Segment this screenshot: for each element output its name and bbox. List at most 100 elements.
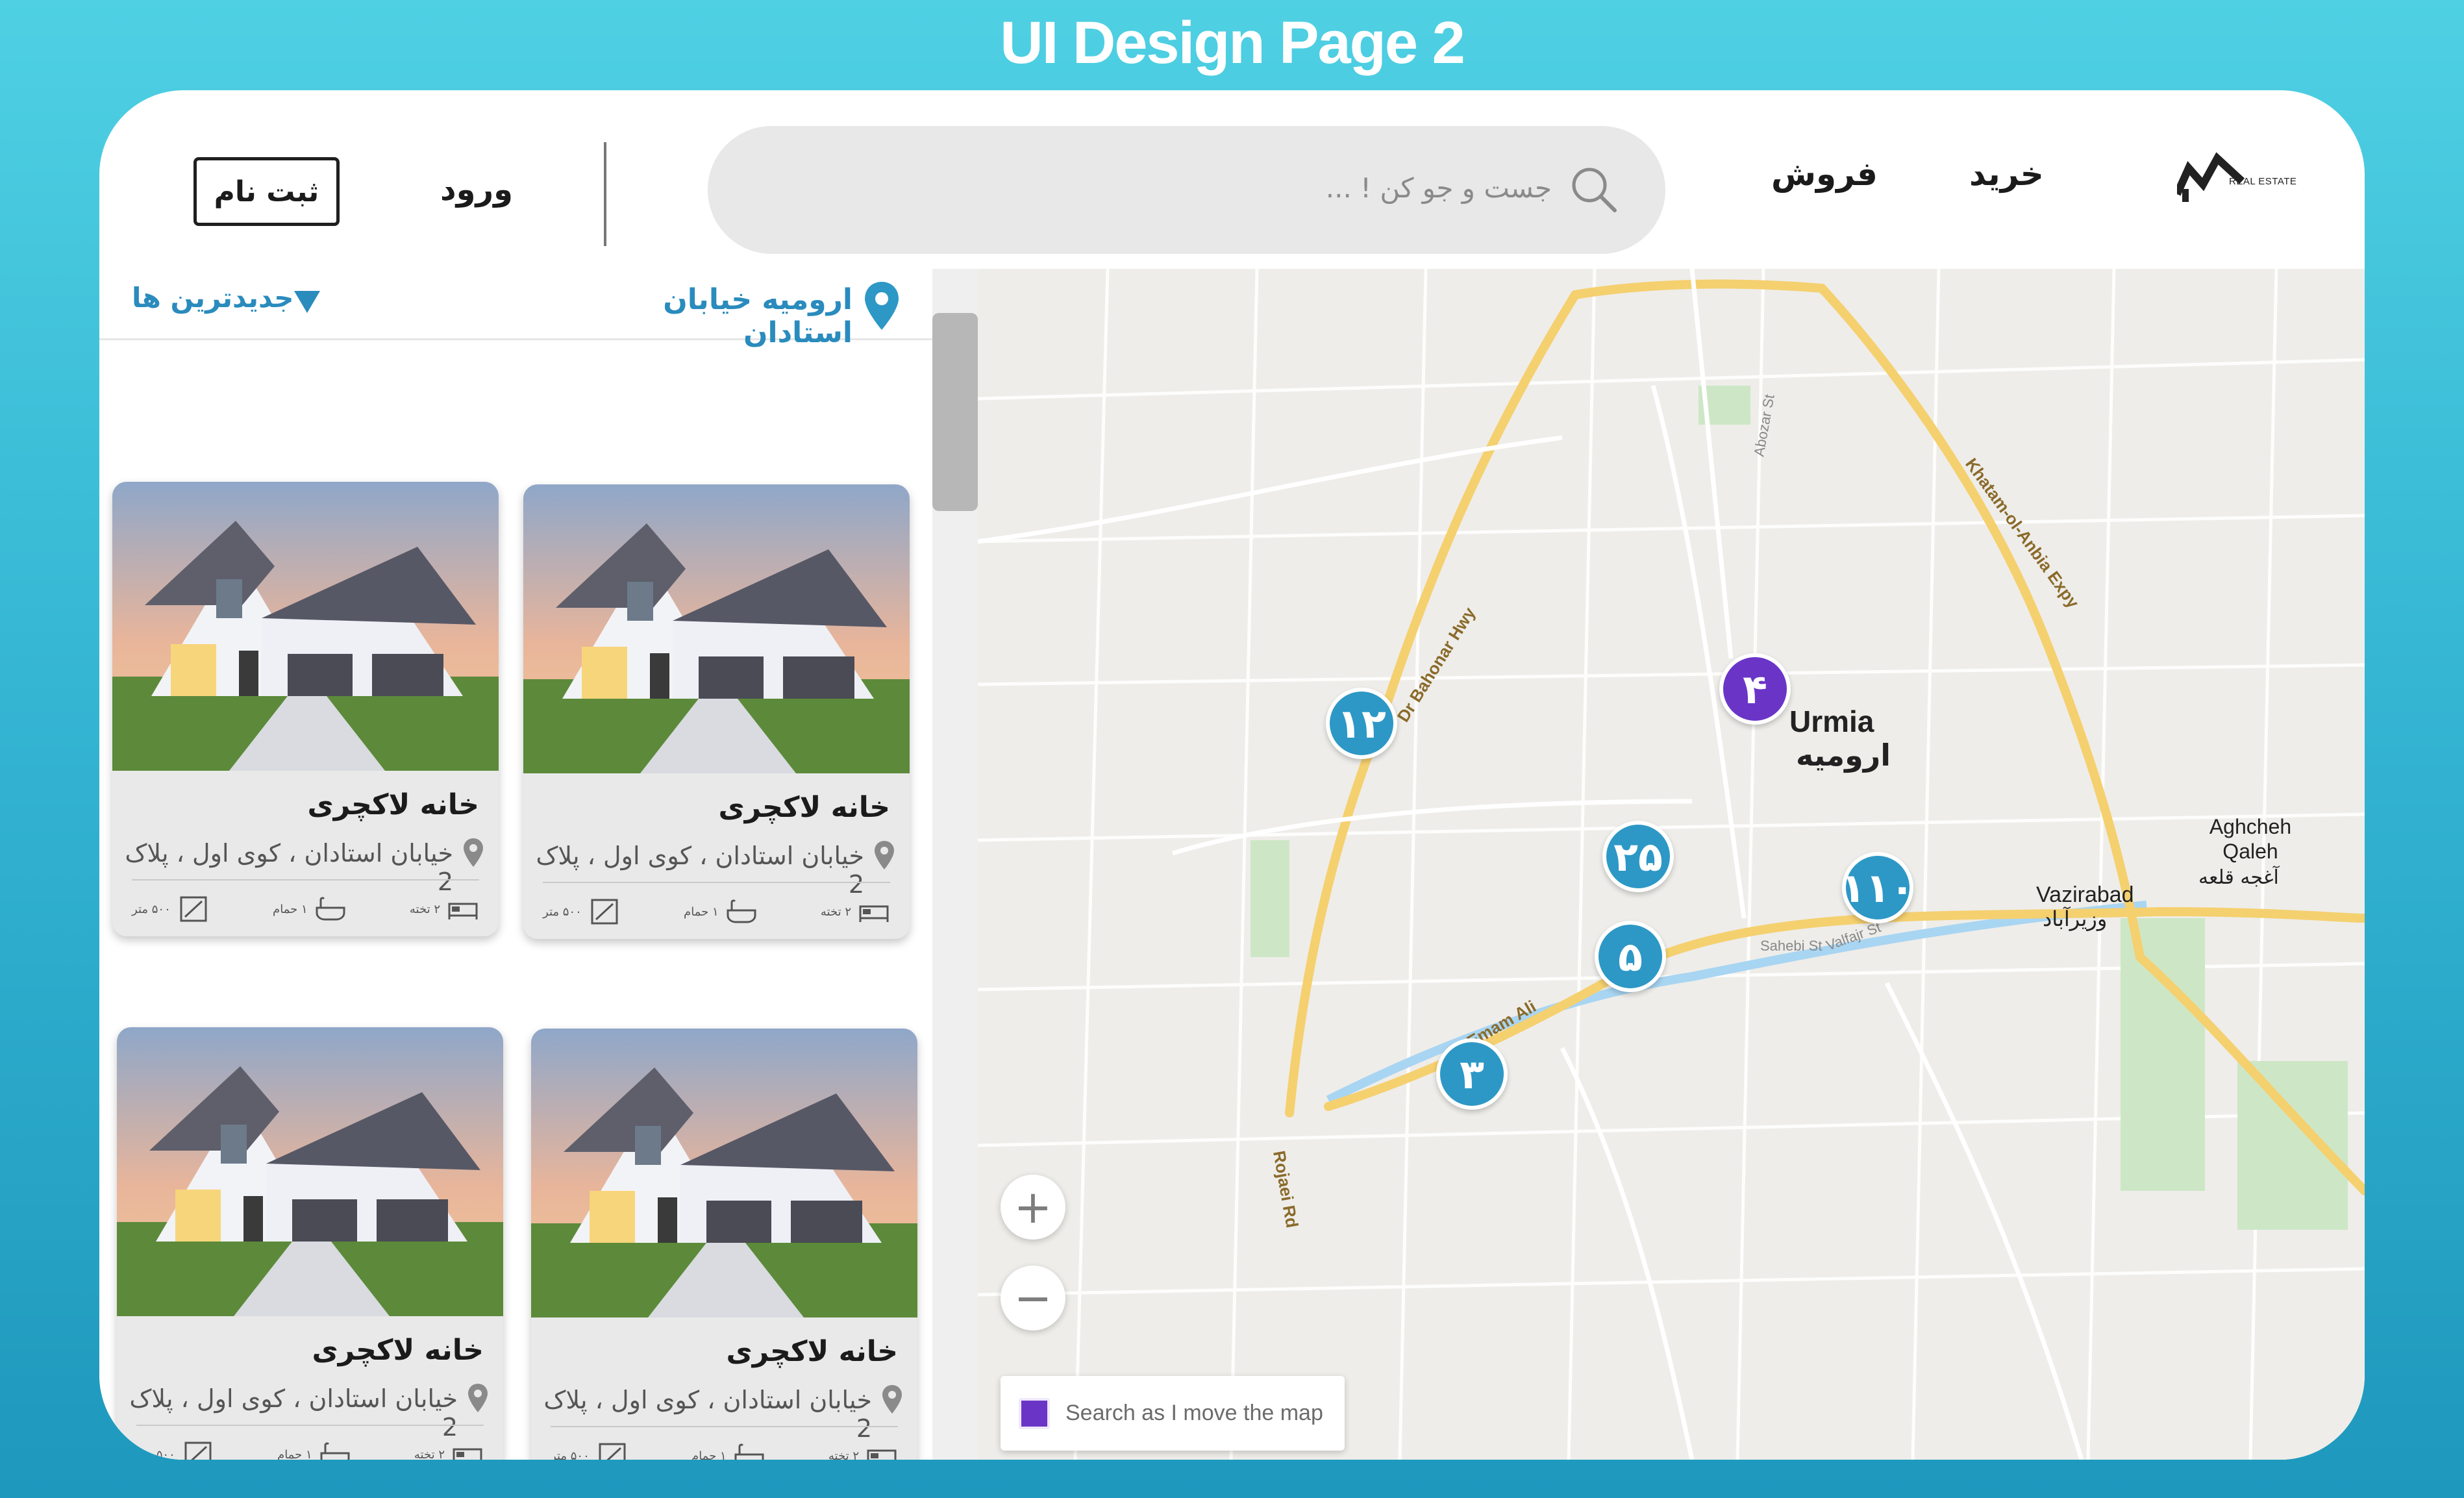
house-image [112,482,499,771]
road-label: Sahebi St [1760,938,1822,954]
sort-dropdown[interactable]: جدیدترین ها [132,282,294,314]
city-label-en: Urmia [1789,705,1874,738]
baths-text: ۱ حمام [691,1449,727,1460]
village-label-en: Aghcheh Qaleh [2209,815,2292,863]
card-stats: ۲ تخته ۱ حمام ۵۰۰ متر [132,890,479,929]
card-title: خانه لاکچری [726,1335,898,1368]
map[interactable]: Dr Bahonar Hwy Khatam-ol-Anbia Expy Emam… [978,269,2365,1460]
beds-text: ۲ تخته [414,1447,445,1460]
map-marker[interactable]: ۳ [1436,1038,1508,1110]
card-address: خیابان استادان ، کوی اول ، پلاک 2 [536,842,864,899]
area-icon [184,1442,212,1460]
baths-stat: ۱ حمام [277,1440,351,1460]
house-image [523,484,910,773]
area-text: ۵۰۰ متر [132,902,171,916]
beds-stat: ۲ تخته [410,895,479,923]
bed-icon [453,1448,482,1460]
listing-card[interactable]: خانه لاکچری خیابان استادان ، کوی اول ، پ… [112,482,499,936]
area-stat: ۵۰۰ متر [543,897,621,926]
login-link[interactable]: ورود [440,171,513,208]
bathtub-icon [734,1443,764,1460]
card-stats: ۲ تخته ۱ حمام ۵۰۰ متر [551,1436,898,1460]
baths-text: ۱ حمام [684,905,719,919]
map-marker[interactable]: ۵ [1595,921,1666,992]
address-pin-icon [464,838,483,867]
area-icon [599,1443,626,1460]
area-stat: ۵۰۰ متر [132,895,210,923]
card-title: خانه لاکچری [312,1334,484,1367]
search-as-move-toggle[interactable]: Search as I move the map [1001,1376,1345,1451]
search-icon[interactable] [1568,164,1620,216]
card-address: خیابان استادان ، کوی اول ، پلاک 2 [125,839,453,896]
search-input[interactable] [967,162,1552,214]
bathtub-icon [316,897,345,921]
beds-stat: ۲ تخته [828,1442,898,1460]
beds-stat: ۲ تخته [821,897,890,926]
filter-bar: ارومیه خیابان استادان جدیدترین ها [99,269,934,349]
card-title: خانه لاکچری [307,788,479,821]
zoom-out-button[interactable]: − [1001,1266,1065,1330]
baths-stat: ۱ حمام [684,897,758,926]
search-as-move-checkbox[interactable] [1019,1397,1050,1429]
listing-card[interactable]: خانه لاکچری خیابان استادان ، کوی اول ، پ… [117,1027,503,1460]
area-text: ۵۰۰ متر [551,1449,590,1460]
card-address: خیابان استادان ، کوی اول ، پلاک 2 [543,1386,872,1443]
card-stats: ۲ تخته ۱ حمام ۵۰۰ متر [136,1435,484,1460]
nav-buy-link[interactable]: خرید [1969,155,2044,193]
bathtub-icon [320,1442,350,1460]
scrollbar-thumb[interactable] [932,313,978,511]
beds-text: ۲ تخته [409,902,440,916]
baths-stat: ۱ حمام [273,895,347,923]
house-image [117,1027,503,1316]
header: REAL ESTATE خرید فروش ورود ثبت نام [99,90,2365,269]
card-divider [132,879,479,880]
sort-dropdown-icon[interactable] [294,291,320,313]
village-label-fa: آغجه قلعه [2198,866,2279,889]
card-stats: ۲ تخته ۱ حمام ۵۰۰ متر [543,892,890,931]
logo-text: REAL ESTATE [2229,176,2297,187]
baths-stat: ۱ حمام [691,1442,765,1460]
address-pin-icon [882,1385,902,1414]
search-as-move-label: Search as I move the map [1065,1401,1323,1425]
location-filter[interactable]: ارومیه خیابان استادان [606,283,852,349]
search-bar[interactable] [708,126,1665,254]
listing-card[interactable]: خانه لاکچری خیابان استادان ، کوی اول ، پ… [523,484,910,939]
town-label-fa: وزيرآباد [2043,906,2108,931]
page-title: UI Design Page 2 [1000,10,1465,76]
beds-text: ۲ تخته [828,1449,859,1460]
header-divider [604,142,606,246]
location-pin-icon [865,282,899,330]
house-image [531,1029,917,1317]
card-divider [136,1425,484,1426]
map-marker[interactable]: ۱۲ [1326,688,1397,759]
card-title: خانه لاکچری [718,791,890,824]
map-marker[interactable]: ۱۱۰ [1841,852,1915,923]
town-label-en: Vazirabad [2036,882,2134,907]
card-divider [543,882,890,883]
map-marker[interactable]: ۲۵ [1602,821,1674,892]
beds-text: ۲ تخته [820,905,851,919]
card-address: خیابان استادان ، کوی اول ، پلاک 2 [129,1384,458,1442]
map-marker-active[interactable]: ۴ [1719,653,1791,725]
bed-icon [859,905,889,922]
listing-card[interactable]: خانه لاکچری خیابان استادان ، کوی اول ، پ… [531,1029,917,1460]
beds-stat: ۲ تخته [414,1440,484,1460]
bed-icon [867,1449,897,1460]
area-text: ۵۰۰ متر [136,1447,175,1460]
nav-sell-link[interactable]: فروش [1771,155,1878,193]
address-pin-icon [468,1384,488,1412]
area-text: ۵۰۰ متر [543,905,582,919]
baths-text: ۱ حمام [277,1447,312,1460]
app-window: REAL ESTATE خرید فروش ورود ثبت نام ارومی… [99,90,2365,1460]
baths-text: ۱ حمام [273,902,308,916]
bed-icon [448,903,478,919]
area-icon [180,896,207,922]
listing-panel: ارومیه خیابان استادان جدیدترین ها خانه ل… [99,269,934,1460]
area-stat: ۵۰۰ متر [551,1442,628,1460]
address-pin-icon [875,841,894,869]
signup-button[interactable]: ثبت نام [193,157,340,226]
city-label-fa: ارومیه [1796,738,1891,773]
zoom-in-button[interactable]: + [1001,1175,1065,1240]
card-divider [551,1426,898,1427]
area-stat: ۵۰۰ متر [136,1440,214,1460]
